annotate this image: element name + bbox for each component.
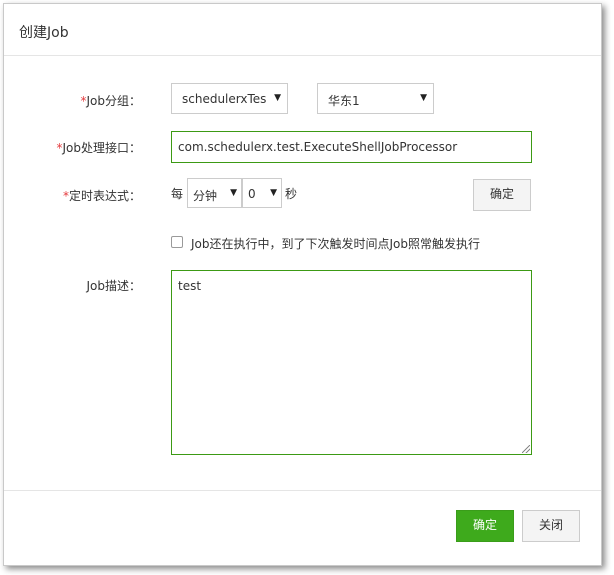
dialog-title: 创建Job xyxy=(19,25,69,41)
description-label: Job描述： xyxy=(86,279,142,293)
concurrent-checkbox[interactable] xyxy=(171,236,183,248)
region-select[interactable]: 华东1 ▼ xyxy=(317,83,434,114)
chevron-down-icon: ▼ xyxy=(420,93,427,103)
job-group-select[interactable]: schedulerxTest ▼ xyxy=(171,83,288,114)
create-job-dialog: 创建Job *Job分组： schedulerxTest ▼ 华东1 ▼ *Jo… xyxy=(3,3,602,566)
cron-unit-select[interactable]: 分钟 ▼ xyxy=(187,178,242,208)
chevron-down-icon: ▼ xyxy=(270,188,277,198)
job-group-label: *Job分组： xyxy=(80,94,142,108)
cron-second-select[interactable]: 0 ▼ xyxy=(242,178,282,208)
chevron-down-icon: ▼ xyxy=(230,188,237,198)
ok-button[interactable]: 确定 xyxy=(456,510,514,542)
cron-confirm-button[interactable]: 确定 xyxy=(473,179,531,211)
job-processor-input[interactable]: com.schedulerx.test.ExecuteShellJobProce… xyxy=(171,131,532,163)
dialog-header: 创建Job xyxy=(4,4,601,56)
cron-prefix: 每 xyxy=(171,187,184,201)
footer-divider xyxy=(4,490,601,491)
chevron-down-icon: ▼ xyxy=(274,93,281,103)
job-processor-label: *Job处理接口： xyxy=(56,141,142,155)
close-button[interactable]: 关闭 xyxy=(522,510,580,542)
concurrent-checkbox-label: Job还在执行中，到了下次触发时间点Job照常触发执行 xyxy=(191,237,480,251)
description-textarea[interactable]: test xyxy=(171,270,532,455)
cron-label: *定时表达式： xyxy=(62,189,141,203)
cron-suffix: 秒 xyxy=(285,187,298,201)
resize-grip-icon[interactable] xyxy=(522,445,530,453)
